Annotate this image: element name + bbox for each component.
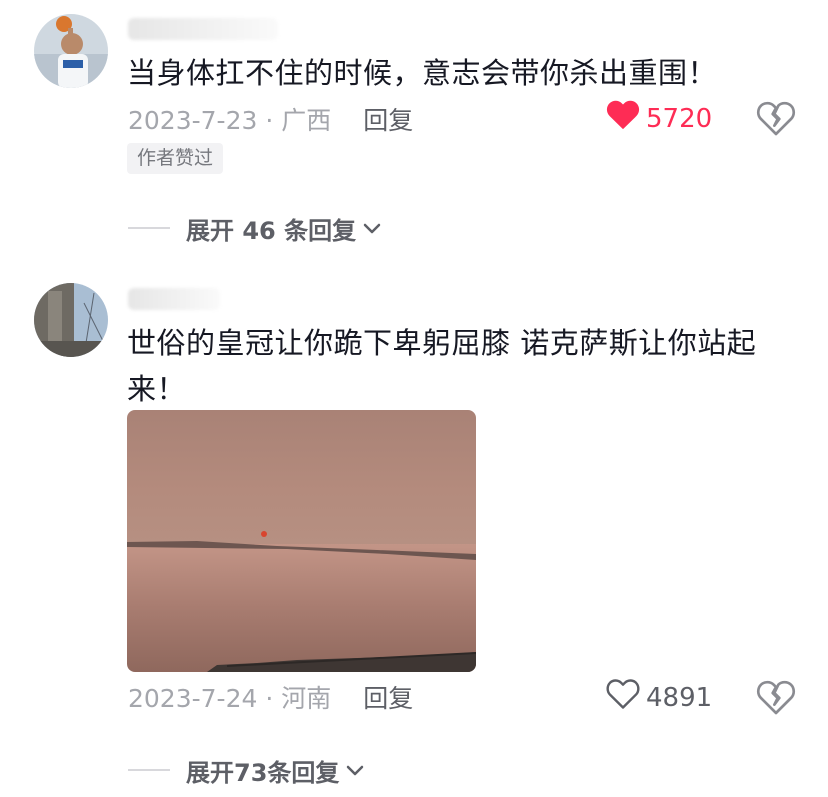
expand-replies-label: 展开 46 条回复 — [186, 216, 357, 245]
broken-heart-icon — [756, 680, 796, 715]
like-button[interactable]: 4891 — [606, 678, 712, 717]
heart-outline-icon — [606, 678, 640, 717]
comment-meta: 2023-7-23 · 广西 回复 — [128, 99, 413, 139]
broken-heart-icon — [756, 101, 796, 136]
date-location: 2023-7-23 · 广西 — [128, 106, 332, 135]
divider-line — [128, 769, 170, 771]
like-count: 4891 — [646, 682, 713, 713]
avatar[interactable] — [34, 14, 108, 88]
comment-image[interactable] — [127, 410, 476, 672]
expand-replies-label: 展开73条回复 — [186, 758, 340, 787]
chevron-down-icon — [362, 214, 382, 242]
date-location: 2023-7-24 · 河南 — [128, 684, 332, 713]
reply-button[interactable]: 回复 — [363, 679, 413, 715]
like-button[interactable]: 5720 — [606, 99, 712, 138]
author-liked-badge: 作者赞过 — [127, 143, 224, 174]
comment-text: 当身体扛不住的时候，意志会带你杀出重围！ — [127, 56, 718, 90]
comment-meta: 2023-7-24 · 河南 回复 — [128, 677, 413, 717]
avatar[interactable] — [34, 283, 108, 357]
like-count: 5720 — [646, 103, 713, 134]
chevron-down-icon — [345, 756, 365, 784]
expand-replies-button[interactable]: 展开 46 条回复 — [128, 210, 382, 246]
expand-replies-button[interactable]: 展开73条回复 — [128, 752, 365, 788]
reply-button[interactable]: 回复 — [363, 101, 413, 137]
dislike-button[interactable] — [756, 678, 796, 718]
comment-text: 世俗的皇冠让你跪下卑躬屈膝 诺克萨斯让你站起来！ — [127, 326, 757, 406]
dislike-button[interactable] — [756, 99, 796, 139]
username-blurred[interactable] — [128, 288, 220, 310]
username-blurred[interactable] — [128, 18, 278, 40]
divider-line — [128, 227, 170, 229]
heart-filled-icon — [606, 99, 640, 138]
